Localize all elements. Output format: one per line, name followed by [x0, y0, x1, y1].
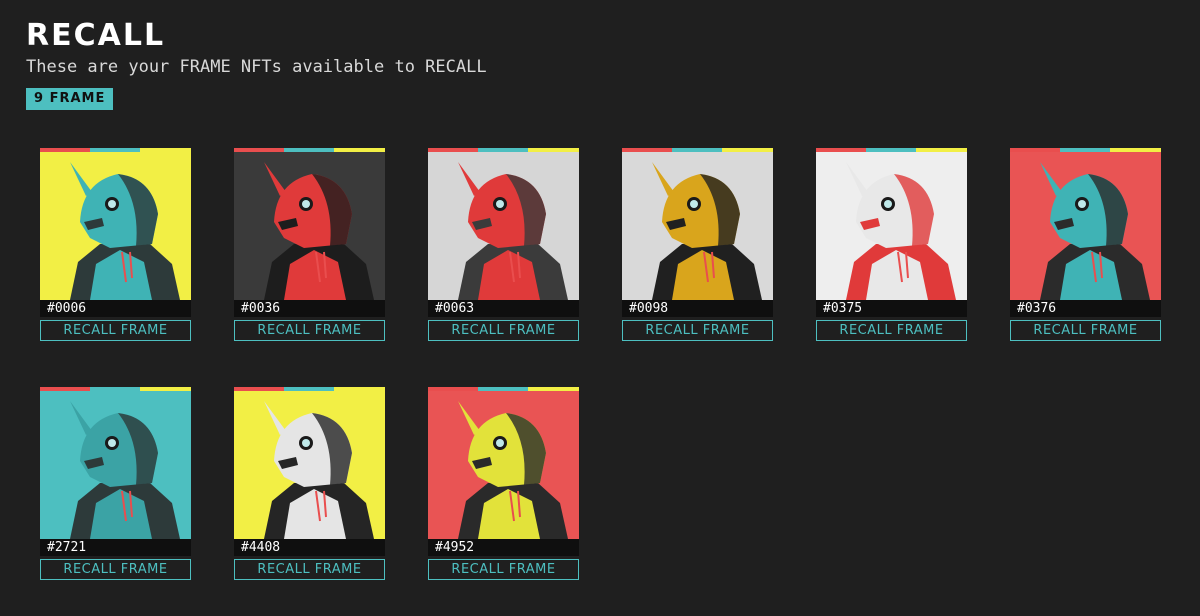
mecha-illustration	[1040, 162, 1150, 300]
nft-artwork	[40, 387, 191, 539]
mecha-illustration	[264, 162, 374, 300]
nft-id-label: #0376	[1010, 300, 1161, 317]
nft-card: #0375 RECALL FRAME	[816, 148, 967, 341]
nft-id-label: #0036	[234, 300, 385, 317]
recall-frame-button[interactable]: RECALL FRAME	[428, 559, 579, 580]
nft-artwork	[428, 387, 579, 539]
nft-id-label: #0375	[816, 300, 967, 317]
mecha-illustration	[652, 162, 762, 300]
nft-card: #4408 RECALL FRAME	[234, 387, 385, 580]
nft-card: #0098 RECALL FRAME	[622, 148, 773, 341]
nft-artwork	[234, 148, 385, 300]
nft-card: #0006 RECALL FRAME	[40, 148, 191, 341]
mecha-illustration	[458, 401, 568, 539]
nft-card: #4952 RECALL FRAME	[428, 387, 579, 580]
nft-id-label: #0098	[622, 300, 773, 317]
nft-artwork	[1010, 148, 1161, 300]
recall-frame-button[interactable]: RECALL FRAME	[622, 320, 773, 341]
recall-frame-button[interactable]: RECALL FRAME	[428, 320, 579, 341]
nft-artwork	[40, 148, 191, 300]
mecha-illustration	[264, 401, 374, 539]
nft-id-label: #4952	[428, 539, 579, 556]
mecha-illustration	[846, 162, 956, 300]
nft-id-label: #4408	[234, 539, 385, 556]
nft-artwork	[428, 148, 579, 300]
recall-frame-button[interactable]: RECALL FRAME	[40, 559, 191, 580]
recall-frame-button[interactable]: RECALL FRAME	[1010, 320, 1161, 341]
nft-card: #0063 RECALL FRAME	[428, 148, 579, 341]
nft-card: #2721 RECALL FRAME	[40, 387, 191, 580]
mecha-illustration	[70, 401, 180, 539]
recall-frame-button[interactable]: RECALL FRAME	[816, 320, 967, 341]
nft-card: #0036 RECALL FRAME	[234, 148, 385, 341]
nft-id-label: #2721	[40, 539, 191, 556]
mecha-illustration	[70, 162, 180, 300]
nft-id-label: #0063	[428, 300, 579, 317]
nft-artwork	[816, 148, 967, 300]
nft-artwork	[622, 148, 773, 300]
nft-id-label: #0006	[40, 300, 191, 317]
recall-frame-button[interactable]: RECALL FRAME	[234, 559, 385, 580]
nft-card: #0376 RECALL FRAME	[1010, 148, 1161, 341]
frame-count-badge: 9 FRAME	[26, 88, 114, 110]
recall-frame-button[interactable]: RECALL FRAME	[40, 320, 191, 341]
recall-frame-button[interactable]: RECALL FRAME	[234, 320, 385, 341]
page-subtitle: These are your FRAME NFTs available to R…	[26, 57, 487, 77]
mecha-illustration	[458, 162, 568, 300]
nft-artwork	[234, 387, 385, 539]
page-title: RECALL	[26, 18, 166, 53]
